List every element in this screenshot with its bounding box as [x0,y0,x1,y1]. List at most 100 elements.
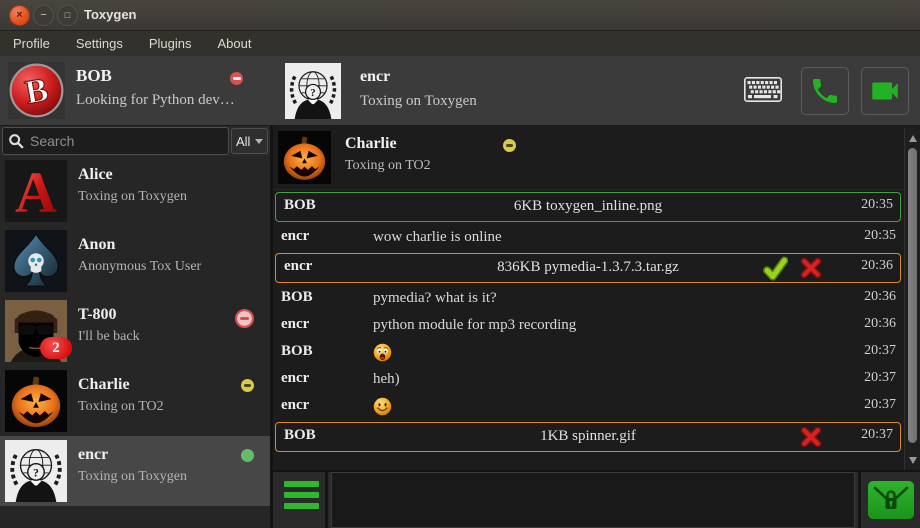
keyboard-icon[interactable] [744,77,782,102]
chevron-down-icon [255,139,263,144]
message-text: wow charlie is online [373,229,502,246]
menu-item-plugins[interactable]: Plugins [136,31,205,56]
message-list: BOB 6KB toxygen_inline.png 20:35 encr wo… [273,190,903,454]
active-chat-avatar: ? [285,63,341,119]
encrypted-send-icon[interactable] [868,481,914,519]
phone-icon [809,75,841,107]
file-transfer-row: BOB 6KB toxygen_inline.png 20:35 [275,192,901,222]
message-text: heh) [373,371,400,388]
contact-row-t-800[interactable]: T-800 I'll be back 2 [0,296,270,366]
maximize-window-button[interactable]: □ [57,5,78,26]
message-input[interactable] [331,472,855,528]
contact-name: T-800 [78,306,117,324]
contact-row-encr[interactable]: ? encr Toxing on Toxygen [0,436,270,506]
search-row: All [0,126,270,156]
svg-text:?: ? [310,88,315,99]
file-name: 6KB toxygen_inline.png [276,198,900,215]
window-title: Toxygen [84,7,137,22]
message-time: 20:37 [864,370,896,386]
menu-item-profile[interactable]: Profile [0,31,63,56]
svg-text:?: ? [33,466,39,479]
contact-avatar [278,131,331,184]
message-sender: encr [281,316,309,333]
file-actions [800,424,822,450]
menubar: ProfileSettingsPluginsAbout [0,31,920,56]
contact-list: A Alice Toxing on Toxygen Anon Anonymous… [0,156,270,528]
accept-file-button[interactable] [763,256,788,281]
contact-status-message: Toxing on TO2 [345,158,431,174]
message-row: encr wow charlie is online 20:35 [273,224,903,251]
active-chat-status-message: Toxing on Toxygen [360,93,477,110]
message-scroll-region: Charlie Toxing on TO2 BOB 6KB toxygen_in… [273,126,920,470]
menu-item-about[interactable]: About [204,31,264,56]
contact-status-message: Toxing on Toxygen [78,469,187,485]
decline-file-button[interactable] [800,257,822,279]
message-sender: encr [281,397,309,414]
message-time: 20:37 [861,427,893,443]
video-camera-icon [868,74,902,108]
scrollbar-thumb[interactable] [908,148,917,443]
contact-filter-value: All [236,134,250,149]
minimize-window-button[interactable]: − [33,5,54,26]
send-area [858,472,920,528]
contact-filter-dropdown[interactable]: All [231,128,268,154]
contact-row-anon[interactable]: Anon Anonymous Tox User [0,226,270,296]
message-time: 20:36 [864,316,896,332]
message-row: encr heh) 20:37 [273,366,903,393]
message-time: 20:35 [864,228,896,244]
titlebar[interactable]: × − □ Toxygen [0,0,920,31]
sidebar: All A Alice Toxing on Toxygen Anon Anony… [0,126,273,528]
message-text: pymedia? what is it? [373,290,497,307]
search-box[interactable] [2,127,229,155]
file-transfer-row: BOB 1KB spinner.gif 20:37 [275,422,901,452]
chat-contact-card[interactable]: Charlie Toxing on TO2 [273,126,920,190]
svg-text:A: A [15,160,57,222]
message-time: 20:36 [864,289,896,305]
smile-emoji-icon [373,397,392,416]
scroll-down-button[interactable] [905,452,920,468]
close-window-button[interactable]: × [9,5,30,26]
menu-item-settings[interactable]: Settings [63,31,136,56]
contact-row-charlie[interactable]: Charlie Toxing on TO2 [0,366,270,436]
vertical-scrollbar[interactable] [904,128,920,470]
status-busy-icon [235,309,254,328]
composer-bar [273,470,920,528]
contact-name: Alice [78,166,113,184]
message-sender: BOB [281,343,313,360]
message-input-wrap [331,472,855,528]
message-row: encr 20:37 [273,393,903,420]
magnifier-icon [8,133,24,149]
top-panel: B BOB Looking for Python dev… ? encr Tox… [0,56,920,126]
chat-area: Charlie Toxing on TO2 BOB 6KB toxygen_in… [273,126,920,528]
contact-name: Charlie [78,376,130,394]
file-transfer-row: encr 836KB pymedia-1.3.7.3.tar.gz 20:36 [275,253,901,283]
audio-call-button[interactable] [801,67,849,115]
contact-name: Charlie [345,135,397,153]
contact-avatar: ? [5,440,67,502]
self-avatar[interactable]: B [8,62,65,119]
contact-avatar: A [5,160,67,222]
scroll-up-button[interactable] [905,130,920,146]
contact-row-alice[interactable]: A Alice Toxing on Toxygen [0,156,270,226]
message-time: 20:35 [861,197,893,213]
message-sender: encr [281,228,309,245]
hamburger-menu-icon[interactable] [273,472,328,528]
video-call-button[interactable] [861,67,909,115]
contact-name: Anon [78,236,115,254]
message-row: BOB 20:37 [273,339,903,366]
message-sender: BOB [281,289,313,306]
self-status-message: Looking for Python dev… [76,92,235,109]
decline-file-button[interactable] [800,426,822,448]
search-input[interactable] [28,132,228,150]
active-chat-name: encr [360,68,390,86]
message-sender: encr [281,370,309,387]
contact-status-message: Anonymous Tox User [78,259,201,275]
contact-name: encr [78,446,108,464]
message-text: python module for mp3 recording [373,317,576,334]
self-status-busy-icon[interactable] [230,72,243,85]
unread-count-badge: 2 [40,337,72,359]
status-away-icon [503,139,516,152]
contact-status-message: Toxing on Toxygen [78,189,187,205]
contact-status-message: I'll be back [78,329,140,345]
message-time: 20:36 [861,258,893,274]
